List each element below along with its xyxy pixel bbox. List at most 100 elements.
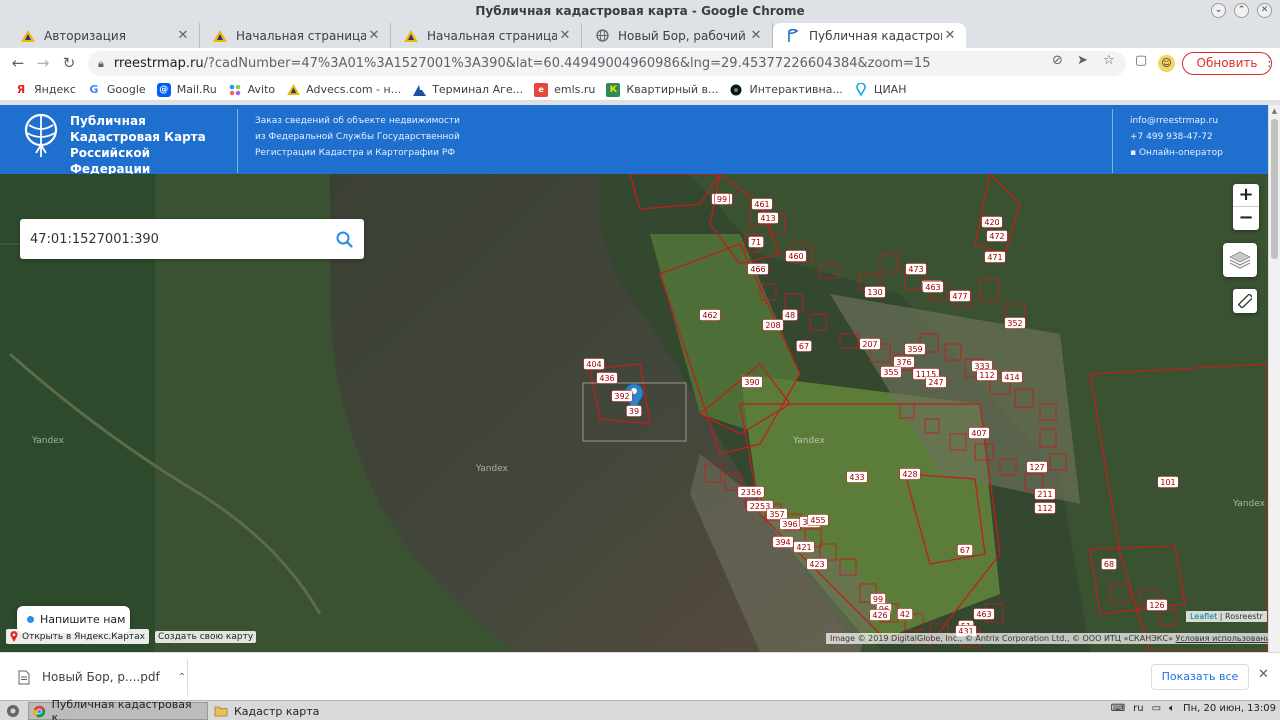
send-to-device-icon[interactable]: ➤ xyxy=(1077,53,1088,68)
site-title[interactable]: Публичная Кадастровая Карта Российской Ф… xyxy=(70,113,230,177)
parcel-label[interactable]: 471 xyxy=(984,251,1006,263)
blocked-popups-icon[interactable]: ⊘ xyxy=(1052,53,1063,68)
layers-button[interactable] xyxy=(1223,243,1257,277)
bookmark-google[interactable]: G Google xyxy=(83,83,153,97)
parcel-label[interactable]: 101 xyxy=(1157,476,1179,488)
tab-avtorizatsiya[interactable]: Авторизация ✕ xyxy=(8,23,200,48)
parcel-label[interactable]: 71 xyxy=(748,236,764,248)
parcel-label[interactable]: 463 xyxy=(973,608,995,620)
parcel-label[interactable]: 455 xyxy=(807,514,829,526)
page-scrollbar[interactable]: ▲ xyxy=(1268,105,1280,652)
parcel-label[interactable]: 390 xyxy=(741,376,763,388)
reload-icon[interactable]: ↻ xyxy=(59,53,79,73)
zoom-out-button[interactable]: − xyxy=(1233,207,1259,230)
parcel-label[interactable]: 463 xyxy=(922,281,944,293)
download-item[interactable]: Новый Бор, р....pdf ⌃ xyxy=(8,659,188,695)
parcel-label[interactable]: 462 xyxy=(699,309,721,321)
bookmark-interactive[interactable]: Интерактивна... xyxy=(725,83,849,97)
scrollbar-thumb[interactable] xyxy=(1271,119,1278,259)
tab-close-icon[interactable]: ✕ xyxy=(942,28,958,43)
contact-phone[interactable]: +7 499 938-47-72 xyxy=(1130,129,1223,145)
parcel-label[interactable]: 112 xyxy=(1034,502,1056,514)
network-icon[interactable]: ▭ xyxy=(1152,703,1161,714)
tab-start-page-2[interactable]: Начальная страница ✕ xyxy=(391,23,582,48)
search-button[interactable] xyxy=(324,219,364,259)
parcel-label[interactable]: 127 xyxy=(1026,461,1048,473)
forward-arrow-icon[interactable]: → xyxy=(33,53,53,73)
measure-button[interactable] xyxy=(1233,289,1257,313)
bookmark-kvartirny[interactable]: К Квартирный в... xyxy=(602,82,725,97)
zoom-in-button[interactable]: + xyxy=(1233,184,1259,207)
parcel-label[interactable]: 42 xyxy=(897,608,913,620)
parcel-label[interactable]: 420 xyxy=(981,216,1003,228)
close-icon[interactable]: ✕ xyxy=(1258,667,1269,682)
satellite-map[interactable]: 4484614137146046642047247147347413046347… xyxy=(0,174,1268,652)
globe-logo-icon[interactable] xyxy=(24,113,58,159)
parcel-label[interactable]: 112 xyxy=(976,369,998,381)
show-all-downloads-button[interactable]: Показать все xyxy=(1151,664,1249,690)
bookmark-emls[interactable]: e emls.ru xyxy=(530,82,602,97)
taskbar-item-chrome[interactable]: Публичная кадастровая к... xyxy=(28,698,208,720)
parcel-label[interactable]: 207 xyxy=(859,338,881,350)
parcel-label[interactable]: 99 xyxy=(870,593,886,605)
parcel-label[interactable]: 414 xyxy=(1001,371,1023,383)
parcel-label[interactable]: 472 xyxy=(986,230,1008,242)
minimize-window-button[interactable]: ⌄ xyxy=(1211,3,1226,18)
bookmark-avito[interactable]: Avito xyxy=(224,83,283,97)
create-your-map-link[interactable]: Создать свою карту xyxy=(155,631,257,643)
keyboard-icon[interactable]: ⌨ xyxy=(1111,703,1125,714)
profile-avatar[interactable]: ☺ xyxy=(1158,55,1175,72)
parcel-label[interactable]: 428 xyxy=(899,468,921,480)
parcel-label[interactable]: 413 xyxy=(757,212,779,224)
scroll-up-icon[interactable]: ▲ xyxy=(1269,105,1280,117)
bookmark-terminal[interactable]: Терминал Аге... xyxy=(408,83,530,97)
parcel-label[interactable]: 39 xyxy=(626,405,642,417)
parcel-label[interactable]: 359 xyxy=(904,343,926,355)
parcel-label[interactable]: 473 xyxy=(905,263,927,275)
parcel-label[interactable]: 433 xyxy=(846,471,868,483)
parcel-label[interactable]: 407 xyxy=(968,427,990,439)
parcel-label[interactable]: 130 xyxy=(864,286,886,298)
tab-close-icon[interactable]: ✕ xyxy=(748,28,764,43)
parcel-label[interactable]: 392 xyxy=(611,390,633,402)
volume-icon[interactable]: 🔈︎ xyxy=(1169,703,1175,714)
chevron-up-icon[interactable]: ⌃ xyxy=(178,672,186,683)
bookmark-mailru[interactable]: @ Mail.Ru xyxy=(153,82,224,97)
parcel-label[interactable]: 466 xyxy=(747,263,769,275)
clock[interactable]: Пн, 20 июн, 13:09 xyxy=(1183,703,1276,714)
cadastral-number-input[interactable] xyxy=(30,231,324,247)
bookmark-cian[interactable]: ЦИАН xyxy=(850,83,914,97)
parcel-label[interactable]: 352 xyxy=(1004,317,1026,329)
parcel-label[interactable]: 421 xyxy=(793,541,815,553)
update-button[interactable]: Обновить xyxy=(1182,52,1272,75)
parcel-label[interactable]: 426 xyxy=(869,609,891,621)
parcel-label[interactable]: 2356 xyxy=(737,486,765,498)
parcel-label[interactable]: 404 xyxy=(583,358,605,370)
parcel-label[interactable]: 357 xyxy=(766,508,788,520)
parcel-label[interactable]: 67 xyxy=(957,544,973,556)
leaflet-link[interactable]: Leaflet xyxy=(1190,612,1217,621)
parcel-label[interactable]: 396 xyxy=(779,518,801,530)
tab-cadastral-map[interactable]: Публичная кадастровая к ✕ xyxy=(773,23,966,48)
close-window-button[interactable]: ✕ xyxy=(1257,3,1272,18)
parcel-label[interactable]: 247 xyxy=(925,376,947,388)
maximize-window-button[interactable]: ⌃ xyxy=(1234,3,1249,18)
tab-close-icon[interactable]: ✕ xyxy=(557,28,573,43)
parcel-label[interactable]: 461 xyxy=(751,198,773,210)
lock-icon[interactable]: 🔒︎ xyxy=(98,57,104,71)
parcel-label[interactable]: 48 xyxy=(782,309,798,321)
contact-email[interactable]: info@rreestrmap.ru xyxy=(1130,113,1223,129)
open-in-yandex-maps-link[interactable]: Открыть в Яндекс.Картах xyxy=(6,629,149,644)
bookmark-star-icon[interactable]: ☆ xyxy=(1103,53,1115,68)
back-arrow-icon[interactable]: ← xyxy=(8,53,28,73)
taskbar-item-folder[interactable]: Кадастр карта xyxy=(210,702,360,720)
parcel-label[interactable]: 211 xyxy=(1034,488,1056,500)
tab-close-icon[interactable]: ✕ xyxy=(175,28,191,43)
parcel-label[interactable]: 460 xyxy=(785,250,807,262)
side-panel-icon[interactable]: ▢ xyxy=(1135,53,1147,68)
parcel-label[interactable]: 126 xyxy=(1146,599,1168,611)
menu-dots-icon[interactable]: ⋮ xyxy=(1263,55,1276,70)
parcel-label[interactable]: 99 xyxy=(714,193,730,205)
parcel-label[interactable]: 355 xyxy=(880,366,902,378)
bookmark-advecs[interactable]: Advecs.com - н... xyxy=(282,83,408,97)
